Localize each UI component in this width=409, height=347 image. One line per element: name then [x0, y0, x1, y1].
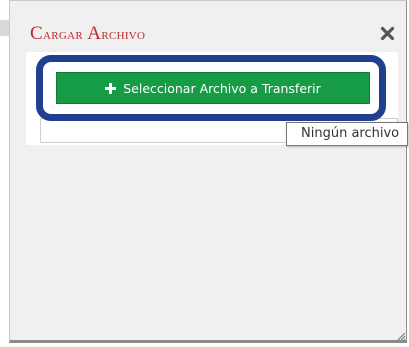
dialog-title: Cargar Archivo: [30, 23, 145, 45]
page: Cargar Archivo Seleccionar Archivo a Tra…: [0, 0, 409, 347]
background-window-edge: [0, 0, 9, 347]
dialog-title-initial-2: A: [87, 23, 102, 44]
close-icon[interactable]: [380, 26, 395, 41]
resize-grip-icon[interactable]: [396, 331, 406, 341]
background-window-header: [0, 20, 9, 36]
dialog-header[interactable]: Cargar Archivo: [10, 1, 406, 51]
highlight-frame: [36, 55, 386, 121]
dialog-title-part: argar: [42, 26, 88, 43]
dialog-title-part-2: rchivo: [101, 26, 146, 43]
tooltip-text: Ningún archivo: [301, 126, 400, 141]
file-tooltip: Ningún archivo: [286, 122, 408, 146]
dialog-title-initial: C: [30, 23, 43, 44]
